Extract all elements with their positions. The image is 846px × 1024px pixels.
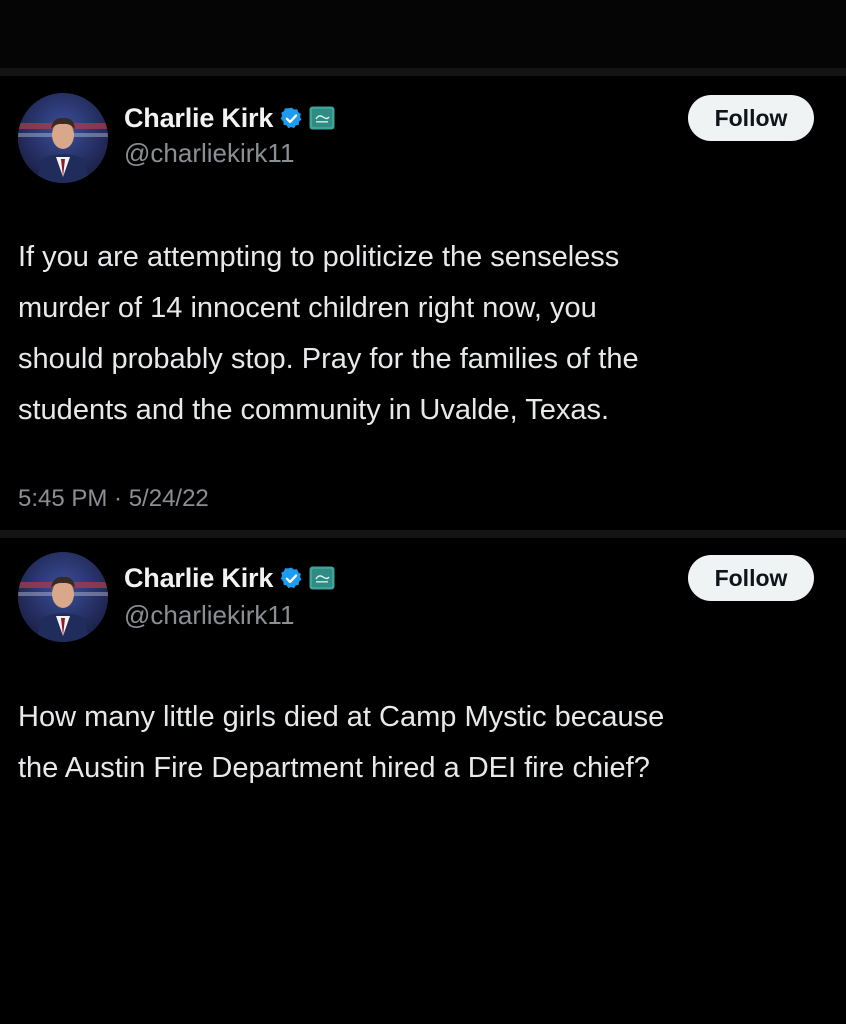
follow-button[interactable]: Follow xyxy=(688,95,814,141)
tweet-text-line: How many little girls died at Camp Mysti… xyxy=(18,701,665,733)
timestamp[interactable]: 5:45 PM · 5/24/22 xyxy=(18,485,209,513)
name-row: Charlie Kirk xyxy=(124,100,335,136)
tweet-2: Charlie Kirk @charliekirk11 Follow How m… xyxy=(0,538,846,1024)
tweet-text-line: the Austin Fire Department hired a DEI f… xyxy=(18,752,650,784)
divider-top xyxy=(0,68,846,76)
tweet-text-line: If you are attempting to politicize the … xyxy=(18,241,620,273)
handle[interactable]: @charliekirk11 xyxy=(124,600,294,631)
tweet-text-line: should probably stop. Pray for the famil… xyxy=(18,343,639,375)
display-name[interactable]: Charlie Kirk xyxy=(124,563,273,594)
affiliate-badge-icon[interactable] xyxy=(309,566,335,590)
tweet-text-line: students and the community in Uvalde, Te… xyxy=(18,394,610,426)
tweet-text: How many little girls died at Camp Mysti… xyxy=(18,692,818,794)
tweet-text: If you are attempting to politicize the … xyxy=(18,232,818,436)
verified-badge-icon xyxy=(279,106,304,131)
verified-badge-icon xyxy=(279,566,304,591)
affiliate-badge-icon[interactable] xyxy=(309,106,335,130)
tweet-text-line: murder of 14 innocent children right now… xyxy=(18,292,597,324)
divider-middle xyxy=(0,530,846,538)
tweet-1: Charlie Kirk @charliekirk11 Follow If yo… xyxy=(0,76,846,530)
top-strip xyxy=(0,0,846,68)
handle[interactable]: @charliekirk11 xyxy=(124,138,294,169)
avatar[interactable] xyxy=(18,93,108,183)
name-row: Charlie Kirk xyxy=(124,560,335,596)
follow-button[interactable]: Follow xyxy=(688,555,814,601)
display-name[interactable]: Charlie Kirk xyxy=(124,103,273,134)
avatar[interactable] xyxy=(18,552,108,642)
